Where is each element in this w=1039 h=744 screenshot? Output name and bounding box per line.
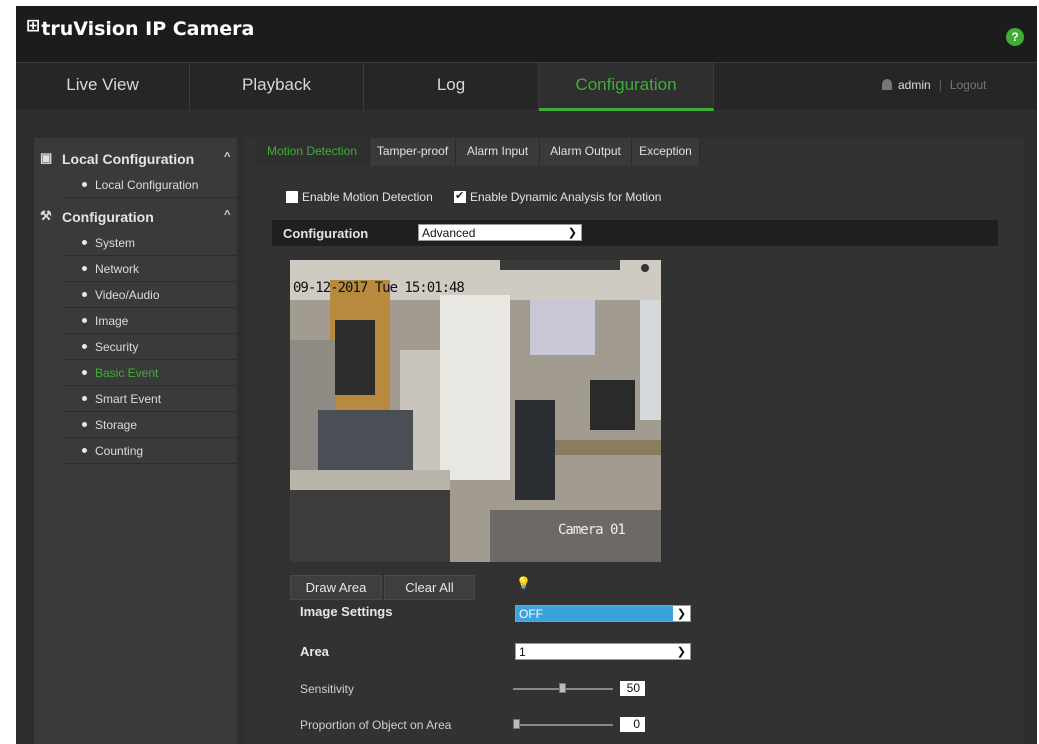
configuration-select[interactable]: Advanced ❯ [418,224,582,241]
tab-playback[interactable]: Playback [190,63,364,111]
user-icon [882,79,892,90]
clear-all-button[interactable]: Clear All [384,575,475,600]
enable-dynamic-checkbox[interactable]: Enable Dynamic Analysis for Motion [454,189,661,204]
main-nav: Live View Playback Log Configuration adm… [16,62,1037,111]
subtab[interactable]: Motion Detection [255,138,370,166]
sidebar-item-label: Image [95,314,129,328]
subtab[interactable]: Tamper-proof [370,138,456,166]
bullet-icon [82,422,87,427]
divider: | [938,78,942,92]
local-config-icon: ▣ [40,150,53,165]
sidebar-group-label: Configuration [62,209,154,225]
draw-area-button[interactable]: Draw Area [290,575,382,600]
chevron-down-icon: ❯ [567,227,577,239]
sidebar-item[interactable]: Local Configuration [64,172,237,198]
bullet-icon [82,318,87,323]
bullet-icon [82,182,87,187]
tip-bulb-icon: 💡 [516,576,531,590]
camera-scene [290,260,661,562]
sidebar-item-label: Storage [95,418,138,432]
image-settings-label: Image Settings [300,604,393,619]
proportion-slider[interactable] [513,724,613,726]
sidebar-item[interactable]: Storage [64,412,237,438]
enable-motion-checkbox[interactable]: Enable Motion Detection [286,190,433,204]
bullet-icon [82,344,87,349]
sensitivity-slider-thumb[interactable] [559,683,566,693]
sidebar-item-label: Network [95,262,140,276]
app-logo: ⊞truVision IP Camera [26,16,255,40]
sidebar-item[interactable]: Security [64,334,237,360]
sidebar-item-label: Local Configuration [95,178,199,192]
help-icon[interactable]: ? [1006,28,1024,46]
sidebar-item-label: Smart Event [95,392,162,406]
subtab[interactable]: Exception [632,138,700,166]
sidebar: ▣ Local Configuration ^ Local Configuration… [34,138,237,744]
chevron-down-icon: ❯ [676,646,686,658]
proportion-slider-thumb[interactable] [513,719,520,729]
sidebar-item[interactable]: Basic Event [64,360,237,386]
chevron-down-icon: ❯ [673,606,690,621]
sidebar-item[interactable]: Network [64,256,237,282]
checkbox-box-checked[interactable] [454,189,466,203]
bullet-icon [82,370,87,375]
video-preview[interactable]: 09-12-2017 Tue 15:01:48 Camera 01 [290,260,661,562]
subtab[interactable]: Alarm Output [540,138,632,166]
tab-configuration[interactable]: Configuration [539,63,714,111]
sensitivity-label: Sensitivity [300,682,355,696]
logout-link[interactable]: Logout [950,78,987,92]
sidebar-group[interactable]: ▣ Local Configuration ^ [34,146,237,172]
sidebar-item[interactable]: Smart Event [64,386,237,412]
tab-live-view[interactable]: Live View [16,63,190,111]
sidebar-item-label: Video/Audio [95,288,160,302]
osd-timestamp: 09-12-2017 Tue 15:01:48 [293,280,465,296]
sidebar-item-label: Basic Event [95,366,159,380]
sidebar-item-label: Counting [95,444,144,458]
proportion-value[interactable]: 0 [620,717,645,732]
tab-log[interactable]: Log [364,63,539,111]
main-panel: Motion Detection Tamper-proof Alarm Input A… [245,138,1023,744]
sidebar-item-label: System [95,236,136,250]
sidebar-item[interactable]: Image [64,308,237,334]
sidebar-item-label: Security [95,340,139,354]
area-label: Area [300,644,329,659]
checkbox-box[interactable] [286,191,298,203]
sidebar-item[interactable]: Counting [64,438,237,464]
user-area: admin | Logout [882,78,987,92]
image-settings-select[interactable]: OFF ❯ [515,605,691,622]
sensitivity-value[interactable]: 50 [620,681,645,696]
chevron-up-icon[interactable]: ^ [224,209,230,221]
bullet-icon [82,240,87,245]
username: admin [898,78,931,92]
logo-mark-icon: ⊞ [26,16,41,36]
proportion-label: Proportion of Object on Area [300,718,452,732]
configuration-label: Configuration [283,226,369,241]
sidebar-group[interactable]: ⚒ Configuration ^ [34,204,237,230]
bullet-icon [82,266,87,271]
sidebar-item[interactable]: Video/Audio [64,282,237,308]
area-select[interactable]: 1 ❯ [515,643,691,660]
bullet-icon [82,448,87,453]
chevron-up-icon[interactable]: ^ [224,151,230,163]
sidebar-group-label: Local Configuration [62,151,195,167]
osd-camera-name: Camera 01 [558,522,626,538]
bullet-icon [82,292,87,297]
configuration-bar: Configuration Advanced ❯ [272,220,998,246]
header: ⊞truVision IP Camera ? [16,6,1037,62]
bullet-icon [82,396,87,401]
app-window: ⊞truVision IP Camera ? Live View Playbac… [16,6,1037,744]
sidebar-item[interactable]: System [64,230,237,256]
subtab[interactable]: Alarm Input [456,138,540,166]
wrench-icon: ⚒ [40,208,52,223]
